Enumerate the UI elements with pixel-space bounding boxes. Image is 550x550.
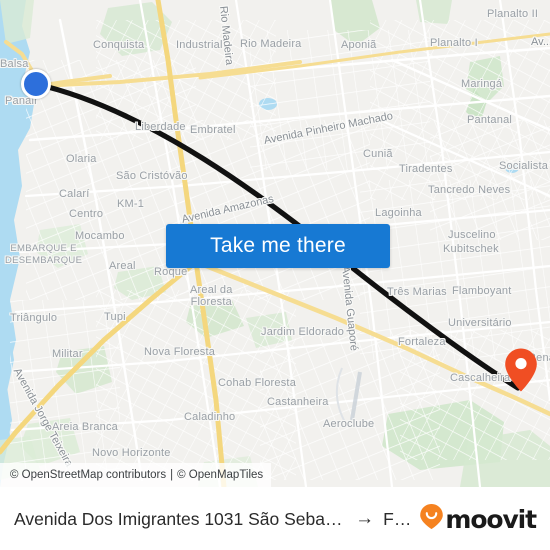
- route-destination-text: F…: [383, 508, 412, 529]
- route-arrow-icon: →: [355, 508, 375, 529]
- route-summary: Avenida Dos Imigrantes 1031 São Sebastiã…: [14, 508, 411, 530]
- map-canvas[interactable]: Conquista Industrial Rio Madeira Aponiã Plan…: [0, 0, 550, 487]
- map-attribution: © OpenStreetMap contributors | © OpenMap…: [0, 463, 272, 487]
- take-me-there-button[interactable]: Take me there: [166, 224, 390, 268]
- attribution-separator: |: [170, 469, 174, 481]
- moovit-map-screen: Conquista Industrial Rio Madeira Aponiã Plan…: [0, 0, 550, 550]
- origin-marker[interactable]: [21, 69, 51, 99]
- destination-marker[interactable]: [504, 347, 538, 393]
- route-origin-text: Avenida Dos Imigrantes 1031 São Sebastiã…: [14, 508, 346, 529]
- moovit-logo[interactable]: moovit: [419, 503, 537, 535]
- footer-bar: Avenida Dos Imigrantes 1031 São Sebastiã…: [0, 487, 550, 550]
- attribution-osm[interactable]: © OpenStreetMap contributors: [10, 469, 166, 481]
- moovit-pin-icon: [419, 503, 444, 535]
- attribution-tiles[interactable]: © OpenMapTiles: [177, 469, 263, 481]
- moovit-wordmark: moovit: [445, 504, 537, 534]
